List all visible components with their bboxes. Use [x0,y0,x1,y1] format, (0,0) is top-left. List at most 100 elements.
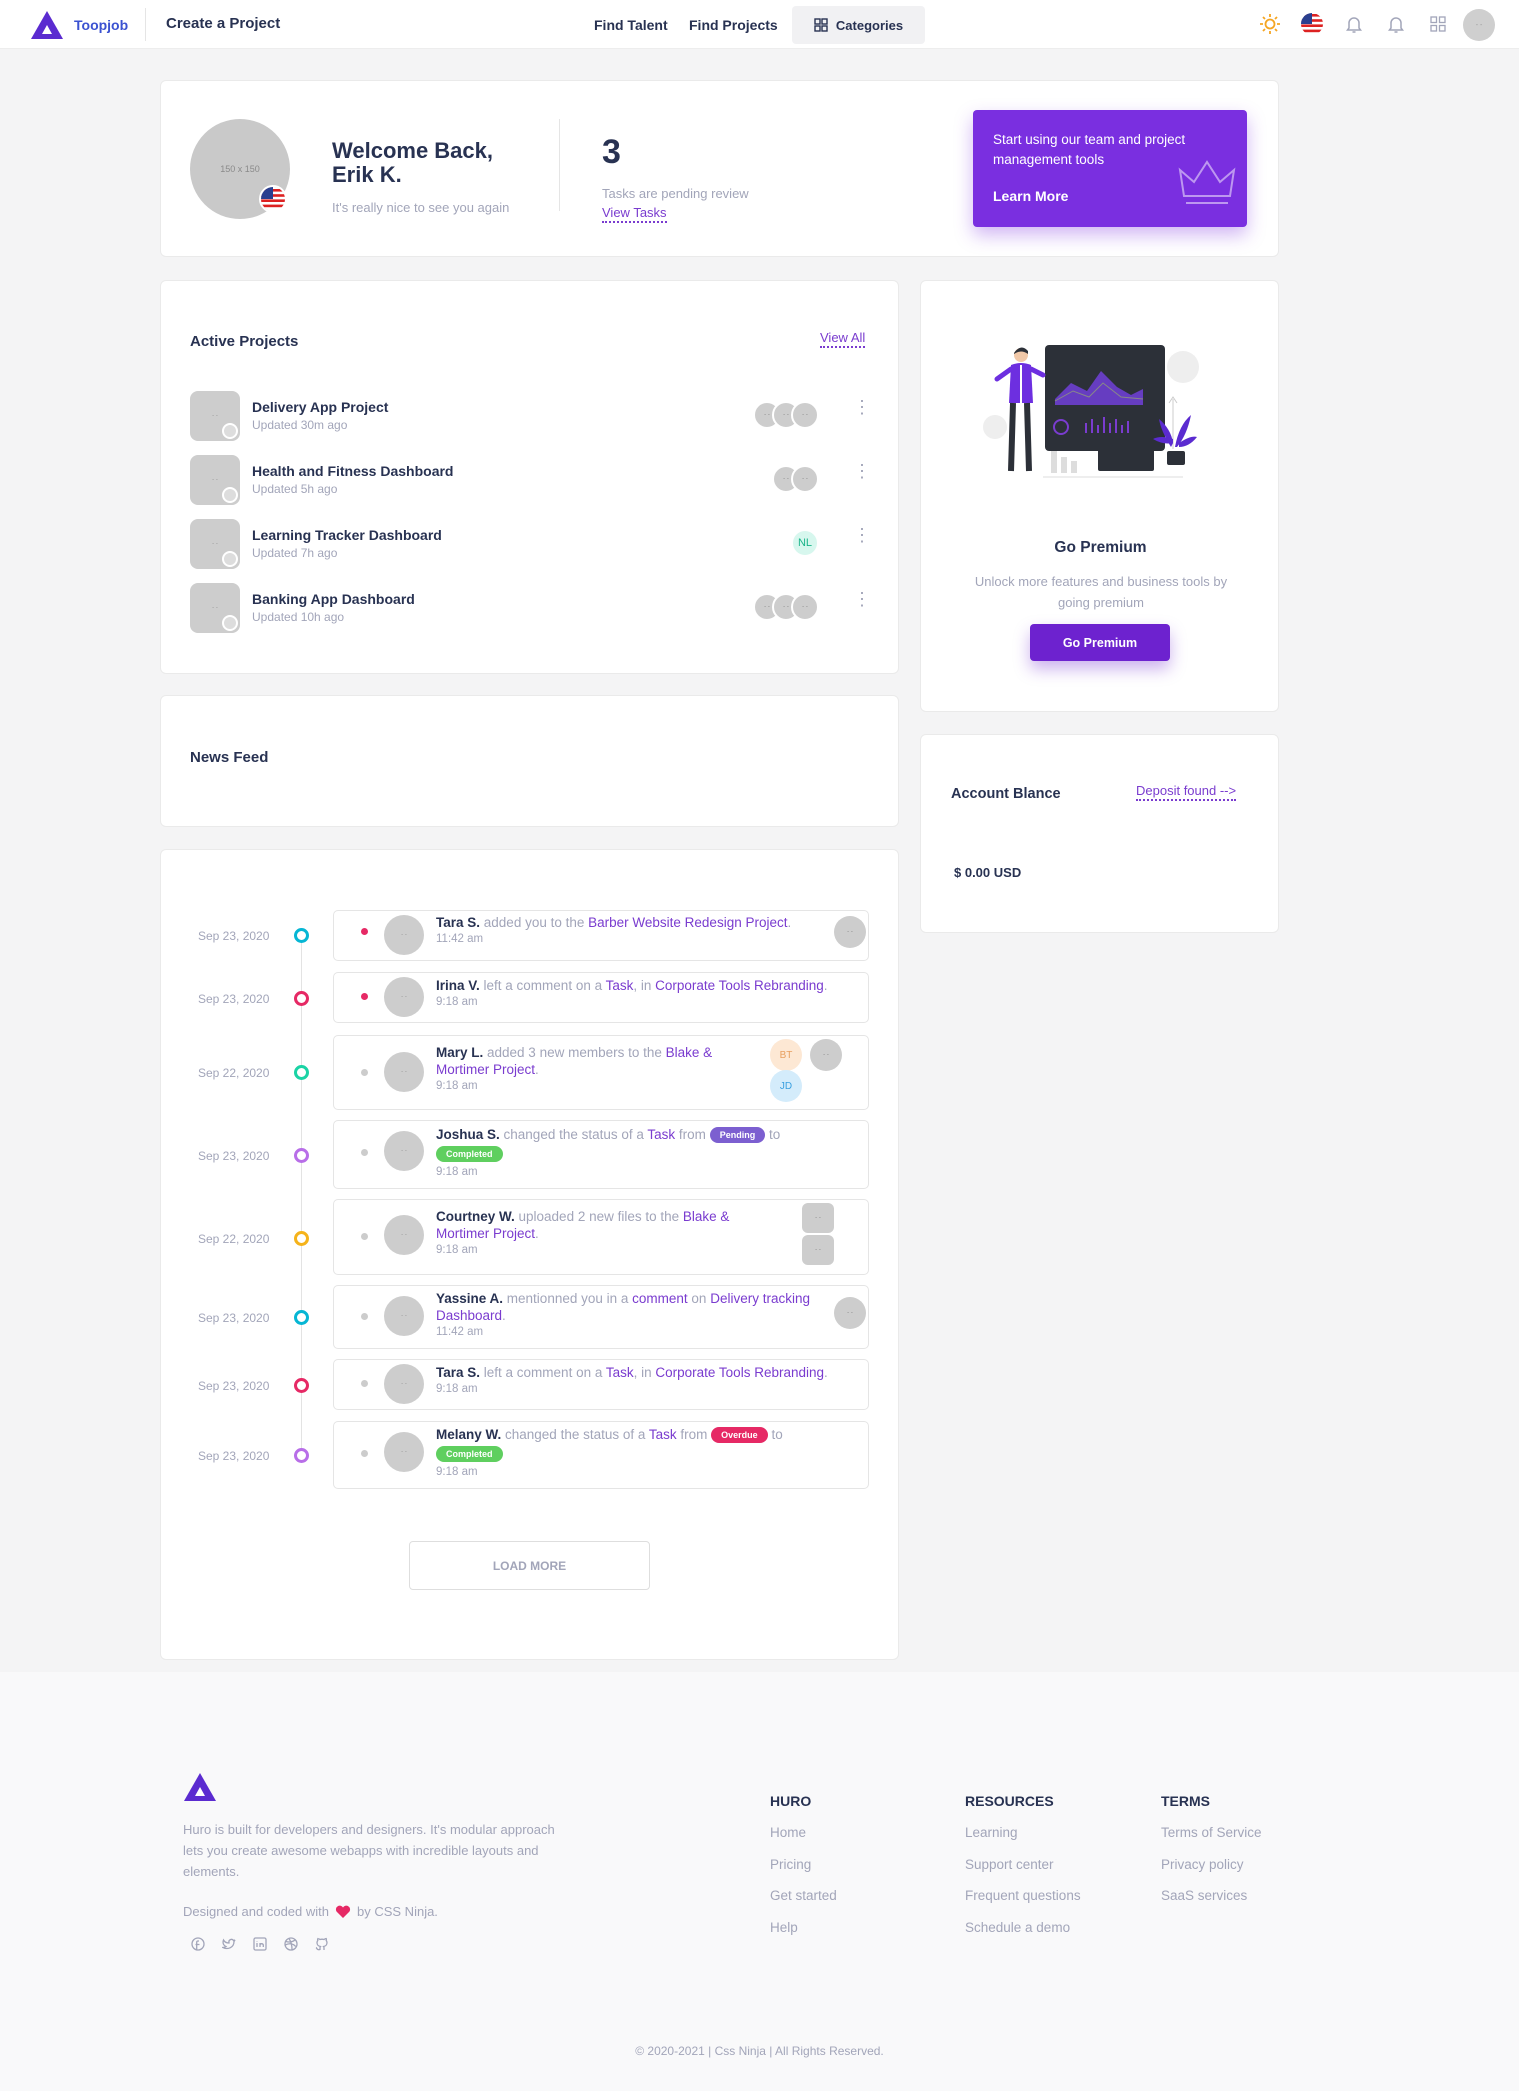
linkedin-icon[interactable] [252,1936,268,1952]
footer-link-learning[interactable]: Learning [965,1825,1018,1840]
activity-text: left a comment on a [480,1365,606,1380]
news-feed-title: News Feed [190,749,269,766]
project-link[interactable]: Barber Website Redesign Project [588,915,787,930]
footer-link-get-started[interactable]: Get started [770,1888,837,1903]
footer-link-privacy[interactable]: Privacy policy [1161,1857,1244,1872]
pending-tasks-label: Tasks are pending review [602,186,749,201]
timeline-item[interactable]: - - Irina V. left a comment on a Task, i… [333,972,869,1023]
apps-grid-icon[interactable] [1425,11,1451,37]
active-projects-title: Active Projects [190,333,299,350]
brand-name[interactable]: Toopjob [74,17,128,33]
task-link[interactable]: Task [647,1127,675,1142]
nav-divider [145,8,146,41]
timeline-item[interactable]: - - Joshua S. changed the status of a Ta… [333,1120,869,1189]
timeline-item[interactable]: - - Courtney W. uploaded 2 new files to … [333,1199,869,1275]
activity-text: . [823,978,828,993]
project-badge [222,551,238,567]
dashboard-illustration [983,345,1199,478]
twitter-icon[interactable] [221,1936,237,1952]
project-item[interactable]: - - Banking App Dashboard Updated 10h ag… [190,583,871,633]
more-options-icon[interactable]: ⋮ [853,462,871,480]
language-flag-icon[interactable] [1299,11,1325,37]
project-link[interactable]: Corporate Tools Rebranding [655,978,824,993]
timeline-item[interactable]: - - Yassine A. mentionned you in a comme… [333,1285,869,1349]
load-more-button[interactable]: LOAD MORE [409,1541,650,1590]
file-thumbnail[interactable]: - - [802,1203,834,1233]
footer-link-help[interactable]: Help [770,1920,798,1935]
user-avatar: - - [384,1131,424,1171]
activity-text: . [535,1062,539,1077]
go-premium-button[interactable]: Go Premium [1030,624,1170,661]
sun-icon[interactable] [1257,11,1283,37]
project-item[interactable]: - - Delivery App Project Updated 30m ago… [190,391,871,441]
more-options-icon[interactable]: ⋮ [853,398,871,416]
more-options-icon[interactable]: ⋮ [853,526,871,544]
activity-time: 11:42 am [436,1326,484,1338]
member-avatar-initials: NL [791,529,819,557]
project-link[interactable]: Corporate Tools Rebranding [655,1365,824,1380]
timeline-item[interactable]: - - Melany W. changed the status of a Ta… [333,1421,869,1489]
footer-link-terms[interactable]: Terms of Service [1161,1825,1262,1840]
task-link[interactable]: Task [606,1365,634,1380]
activity-text: to [767,1427,783,1442]
timeline-item[interactable]: - - Mary L. added 3 new members to the B… [333,1035,869,1110]
comment-link[interactable]: comment [632,1291,688,1306]
footer-link-pricing[interactable]: Pricing [770,1857,811,1872]
footer-link-saas[interactable]: SaaS services [1161,1888,1247,1903]
nav-find-talent[interactable]: Find Talent [594,17,668,33]
file-thumbnail[interactable]: - - [802,1235,834,1265]
project-item[interactable]: - - Learning Tracker Dashboard Updated 7… [190,519,871,569]
dribbble-icon[interactable] [283,1936,299,1952]
timeline-marker [294,1231,309,1246]
welcome-card: 150 x 150 Welcome Back, Erik K. It's rea… [160,80,1279,257]
notifications-bell-icon[interactable] [1341,11,1367,37]
account-balance-card: Account Blance Deposit found --> $ 0.00 … [920,734,1279,933]
status-dot [361,993,368,1000]
activity-text: . [535,1226,539,1241]
activity-text: added you to the [480,915,589,930]
timeline-date: Sep 22, 2020 [198,1232,270,1246]
footer-link-home[interactable]: Home [770,1825,806,1840]
timeline-date: Sep 23, 2020 [198,929,270,943]
footer-link-demo[interactable]: Schedule a demo [965,1920,1070,1935]
user-name: Courtney W. [436,1209,515,1224]
footer-link-support[interactable]: Support center [965,1857,1054,1872]
target-avatar: - - [834,916,866,948]
github-icon[interactable] [314,1936,330,1952]
activity-time: 9:18 am [436,996,478,1008]
categories-button[interactable]: Categories [792,6,925,44]
learn-more-link[interactable]: Learn More [993,188,1068,204]
welcome-title: Welcome Back, Erik K. [332,138,494,187]
activity-bell-icon[interactable] [1383,11,1409,37]
timeline-marker [294,1148,309,1163]
activity-text: on [687,1291,711,1306]
task-link[interactable]: Task [606,978,634,993]
more-options-icon[interactable]: ⋮ [853,590,871,608]
view-all-link[interactable]: View All [820,330,866,348]
footer-logo-icon[interactable] [183,1772,217,1802]
member-avatar-initials: JD [770,1070,802,1102]
logo-icon[interactable] [30,10,64,40]
timeline-item[interactable]: - - Tara S. added you to the Barber Webs… [333,910,869,961]
member-avatar: - - [791,401,819,429]
timeline-marker [294,1065,309,1080]
nav-find-projects[interactable]: Find Projects [689,17,778,33]
project-updated: Updated 10h ago [252,610,345,624]
deposit-link[interactable]: Deposit found --> [1136,783,1237,801]
user-name: Irina V. [436,978,480,993]
project-item[interactable]: - - Health and Fitness Dashboard Updated… [190,455,871,505]
timeline-date: Sep 23, 2020 [198,1379,270,1393]
promo-text: Start using our team and project managem… [993,132,1186,167]
project-name: Banking App Dashboard [252,591,415,607]
project-badge [222,487,238,503]
facebook-icon[interactable] [190,1936,206,1952]
timeline-marker [294,928,309,943]
footer-link-faq[interactable]: Frequent questions [965,1888,1081,1903]
user-avatar: - - [384,1364,424,1404]
user-avatar[interactable]: - - [1463,9,1495,41]
task-link[interactable]: Task [649,1427,677,1442]
view-tasks-link[interactable]: View Tasks [602,205,667,223]
timeline-marker [294,1448,309,1463]
timeline-item[interactable]: - - Tara S. left a comment on a Task, in… [333,1359,869,1410]
project-name: Health and Fitness Dashboard [252,463,454,479]
